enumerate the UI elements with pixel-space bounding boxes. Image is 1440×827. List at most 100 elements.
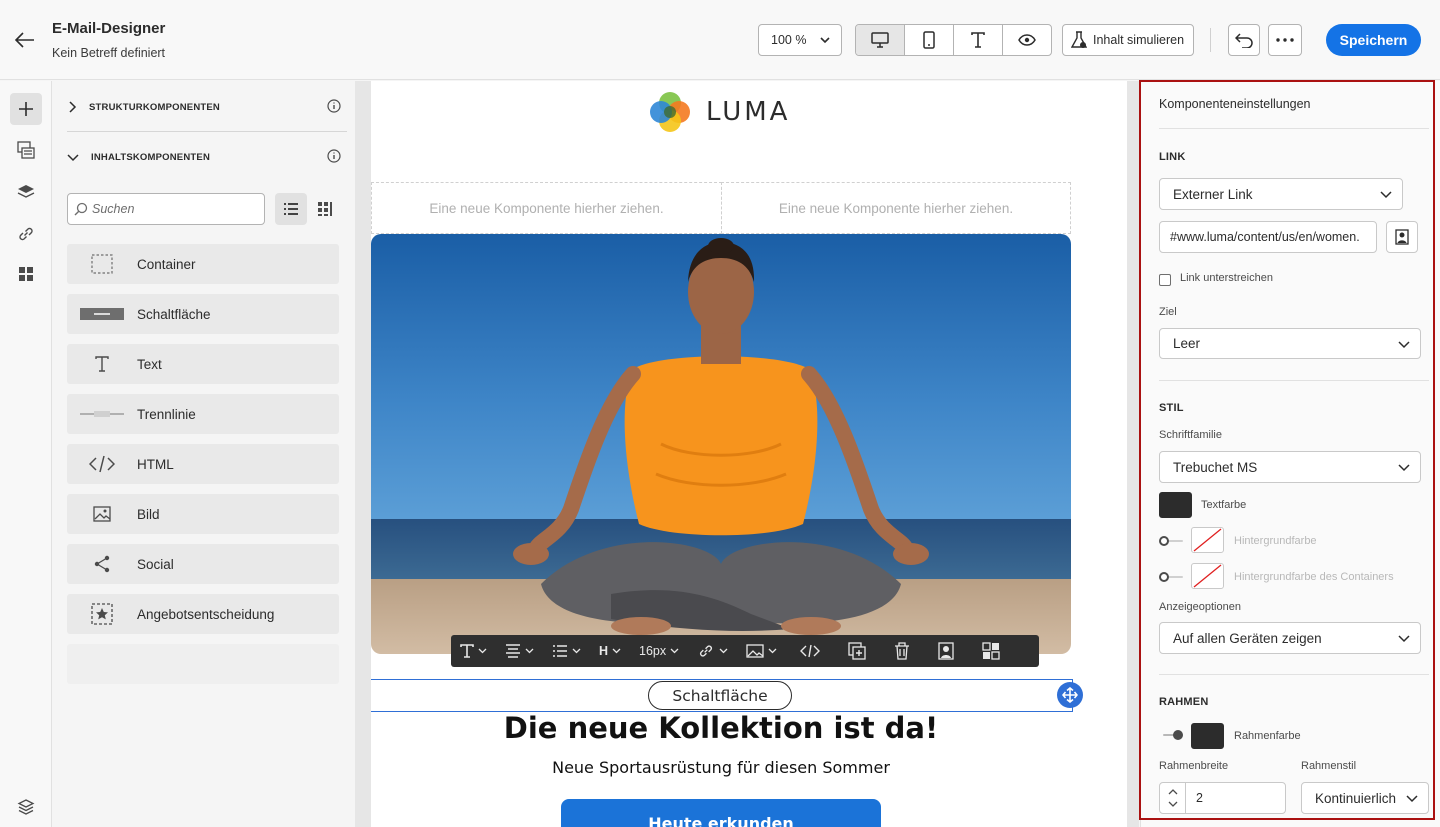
- move-handle[interactable]: [1057, 682, 1083, 708]
- personalize-url-button[interactable]: [1386, 221, 1418, 253]
- bottom-rail-button[interactable]: [10, 791, 42, 823]
- list-icon: [284, 203, 298, 215]
- border-color-swatch[interactable]: [1191, 723, 1224, 749]
- desktop-view-button[interactable]: [856, 25, 905, 55]
- text-color-swatch[interactable]: [1159, 492, 1192, 518]
- simulate-content-button[interactable]: Inhalt simulieren: [1062, 24, 1194, 56]
- font-size-dropdown[interactable]: 16px: [630, 635, 688, 667]
- link-type-select[interactable]: Externer Link: [1159, 178, 1403, 210]
- component-container[interactable]: Container: [67, 244, 339, 284]
- email-button[interactable]: Schaltfläche: [648, 681, 792, 710]
- target-label: Ziel: [1159, 306, 1177, 318]
- links-button[interactable]: [10, 218, 42, 250]
- container-icon: [91, 254, 113, 274]
- component-social[interactable]: Social: [67, 544, 339, 584]
- chevron-down-icon: [525, 648, 534, 654]
- selected-button-component[interactable]: Schaltfläche: [371, 679, 1073, 712]
- fragments-button[interactable]: [10, 134, 42, 166]
- layout-button[interactable]: [968, 635, 1014, 667]
- border-color-toggle[interactable]: [1159, 729, 1183, 741]
- chevron-down-icon: [1406, 795, 1418, 803]
- component-search-input[interactable]: Suchen: [67, 193, 265, 225]
- view-mode-group: [855, 24, 1052, 56]
- bg-color-toggle[interactable]: [1159, 535, 1183, 547]
- font-family-select[interactable]: Trebuchet MS: [1159, 451, 1421, 483]
- delete-button[interactable]: [880, 635, 924, 667]
- container-bg-toggle[interactable]: [1159, 571, 1183, 583]
- link-icon: [19, 227, 33, 241]
- border-style-select[interactable]: Kontinuierlich: [1301, 782, 1429, 814]
- source-code-button[interactable]: [786, 635, 834, 667]
- border-style-value: Kontinuierlich: [1315, 790, 1397, 806]
- text-style-dropdown[interactable]: [451, 635, 496, 667]
- app-title: E-Mail-Designer: [52, 20, 166, 37]
- font-family-label: Schriftfamilie: [1159, 429, 1222, 441]
- bg-color-swatch[interactable]: [1191, 527, 1224, 553]
- email-headline[interactable]: Die neue Kollektion ist da!: [371, 711, 1071, 745]
- bg-color-label: Hintergrundfarbe: [1234, 535, 1317, 547]
- info-icon[interactable]: [327, 99, 341, 113]
- hero-image[interactable]: [371, 234, 1071, 654]
- save-button[interactable]: Speichern: [1326, 24, 1421, 56]
- undo-button[interactable]: [1228, 24, 1260, 56]
- chevron-down-icon[interactable]: [1168, 801, 1178, 807]
- cta-button[interactable]: Heute erkunden: [561, 799, 881, 827]
- container-bg-swatch[interactable]: [1191, 563, 1224, 589]
- assets-button[interactable]: [10, 258, 42, 290]
- underline-link-checkbox[interactable]: [1159, 274, 1171, 286]
- grid-view-button[interactable]: [309, 193, 341, 225]
- layers-button[interactable]: [10, 176, 42, 208]
- image-dropdown[interactable]: [737, 635, 786, 667]
- search-icon: [74, 202, 88, 216]
- back-button[interactable]: [12, 28, 38, 52]
- zoom-dropdown[interactable]: 100 %: [758, 24, 842, 56]
- fragments-icon: [17, 141, 35, 159]
- text-view-button[interactable]: [954, 25, 1003, 55]
- yoga-photo: [371, 234, 1071, 654]
- component-divider[interactable]: Trennlinie: [67, 394, 339, 434]
- component-html[interactable]: HTML: [67, 444, 339, 484]
- grid-view-icon: [318, 202, 332, 216]
- heading-dropdown[interactable]: H: [590, 635, 630, 667]
- align-dropdown[interactable]: [496, 635, 543, 667]
- list-view-button[interactable]: [275, 193, 307, 225]
- font-family-value: Trebuchet MS: [1173, 459, 1258, 475]
- code-icon: [800, 644, 821, 658]
- share-icon: [94, 555, 110, 573]
- link-url-input[interactable]: #www.luma/content/us/en/women.: [1159, 221, 1377, 253]
- info-icon[interactable]: [327, 149, 341, 163]
- display-options-select[interactable]: Auf allen Geräten zeigen: [1159, 622, 1421, 654]
- text-icon: [460, 644, 474, 658]
- component-image[interactable]: Bild: [67, 494, 339, 534]
- link-dropdown[interactable]: [688, 635, 737, 667]
- simulate-content-label: Inhalt simulieren: [1093, 33, 1185, 47]
- layers-icon: [17, 185, 35, 198]
- more-actions-button[interactable]: [1268, 24, 1302, 56]
- chevron-up-icon[interactable]: [1168, 789, 1178, 795]
- component-offer-decision[interactable]: Angebotsentscheidung: [67, 594, 339, 634]
- preview-button[interactable]: [1003, 25, 1051, 55]
- target-select[interactable]: Leer: [1159, 328, 1421, 359]
- image-icon: [746, 644, 764, 658]
- mobile-view-button[interactable]: [905, 25, 954, 55]
- logo-text: LUMA: [706, 97, 791, 127]
- drop-zone-left[interactable]: Eine neue Komponente hierher ziehen.: [371, 182, 722, 234]
- structure-components-header[interactable]: STRUKTURKOMPONENTEN: [67, 87, 347, 127]
- desktop-icon: [871, 32, 889, 48]
- duplicate-button[interactable]: [834, 635, 880, 667]
- image-icon: [93, 506, 111, 522]
- email-subheadline[interactable]: Neue Sportausrüstung für diesen Sommer: [371, 758, 1071, 777]
- list-dropdown[interactable]: [543, 635, 590, 667]
- drop-zone-right[interactable]: Eine neue Komponente hierher ziehen.: [721, 182, 1071, 234]
- component-list-filler: [67, 644, 339, 684]
- component-text[interactable]: Text: [67, 344, 339, 384]
- luma-logo[interactable]: LUMA: [648, 90, 790, 134]
- component-button[interactable]: Schaltfläche: [67, 294, 339, 334]
- save-fragment-button[interactable]: [924, 635, 968, 667]
- content-components-header[interactable]: INHALTSKOMPONENTEN: [67, 137, 347, 177]
- component-label: Trennlinie: [137, 406, 196, 422]
- border-width-stepper[interactable]: 2: [1159, 782, 1286, 814]
- header-divider: [1210, 28, 1211, 52]
- chevron-down-icon: [612, 648, 621, 654]
- add-components-button[interactable]: [10, 93, 42, 125]
